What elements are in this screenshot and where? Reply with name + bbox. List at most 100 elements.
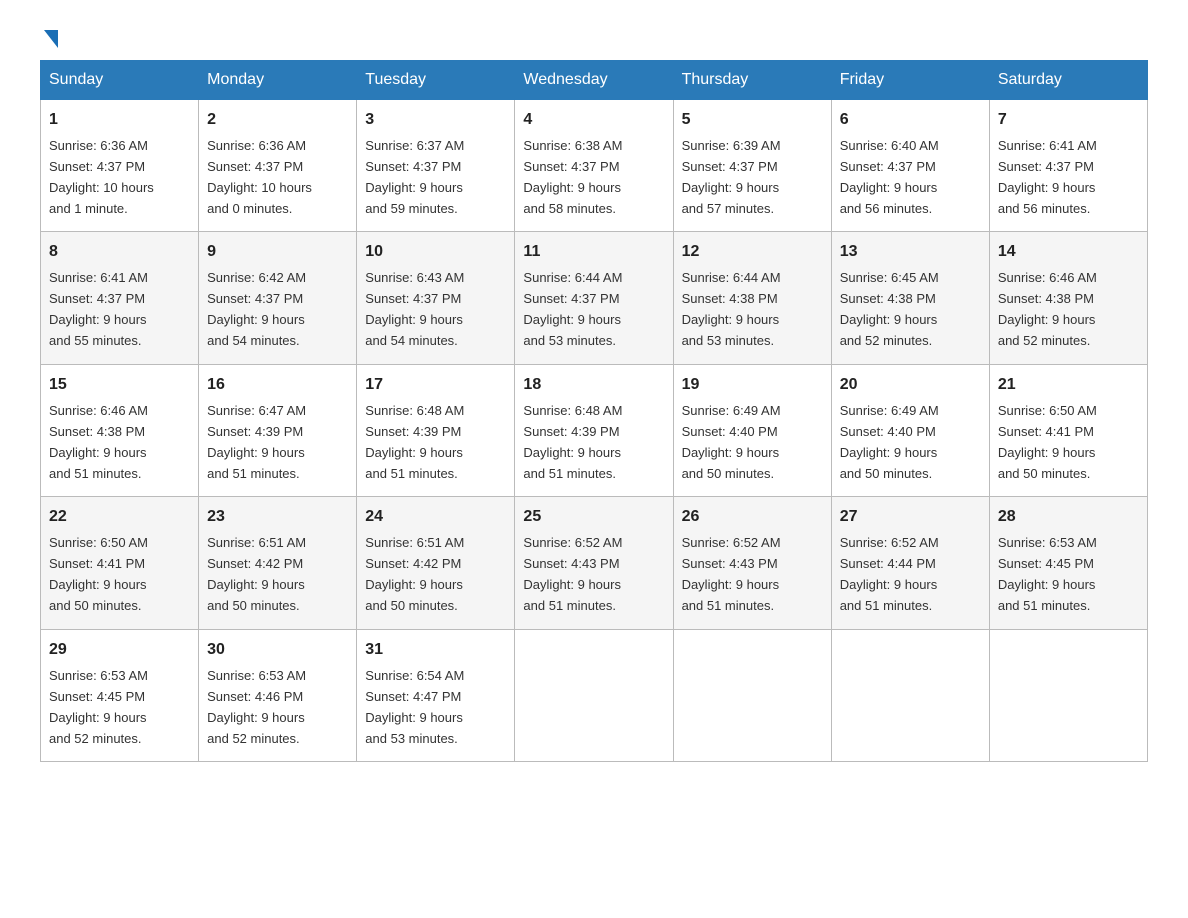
calendar-day-cell: 7 Sunrise: 6:41 AMSunset: 4:37 PMDayligh… <box>989 100 1147 232</box>
calendar-day-cell: 5 Sunrise: 6:39 AMSunset: 4:37 PMDayligh… <box>673 100 831 232</box>
day-info: Sunrise: 6:36 AMSunset: 4:37 PMDaylight:… <box>49 138 154 216</box>
day-number: 15 <box>49 373 190 398</box>
day-info: Sunrise: 6:54 AMSunset: 4:47 PMDaylight:… <box>365 668 464 746</box>
day-info: Sunrise: 6:50 AMSunset: 4:41 PMDaylight:… <box>998 403 1097 481</box>
weekday-header-saturday: Saturday <box>989 61 1147 100</box>
day-number: 6 <box>840 108 981 133</box>
day-info: Sunrise: 6:48 AMSunset: 4:39 PMDaylight:… <box>365 403 464 481</box>
calendar-day-cell: 13 Sunrise: 6:45 AMSunset: 4:38 PMDaylig… <box>831 232 989 364</box>
calendar-day-cell: 8 Sunrise: 6:41 AMSunset: 4:37 PMDayligh… <box>41 232 199 364</box>
calendar-header: SundayMondayTuesdayWednesdayThursdayFrid… <box>41 61 1148 100</box>
calendar-day-cell: 27 Sunrise: 6:52 AMSunset: 4:44 PMDaylig… <box>831 497 989 629</box>
calendar-week-row: 29 Sunrise: 6:53 AMSunset: 4:45 PMDaylig… <box>41 629 1148 761</box>
calendar-week-row: 22 Sunrise: 6:50 AMSunset: 4:41 PMDaylig… <box>41 497 1148 629</box>
calendar-day-cell <box>831 629 989 761</box>
day-number: 23 <box>207 505 348 530</box>
day-info: Sunrise: 6:51 AMSunset: 4:42 PMDaylight:… <box>207 535 306 613</box>
day-info: Sunrise: 6:52 AMSunset: 4:44 PMDaylight:… <box>840 535 939 613</box>
day-number: 14 <box>998 240 1139 265</box>
calendar-week-row: 1 Sunrise: 6:36 AMSunset: 4:37 PMDayligh… <box>41 100 1148 232</box>
day-info: Sunrise: 6:46 AMSunset: 4:38 PMDaylight:… <box>49 403 148 481</box>
day-info: Sunrise: 6:40 AMSunset: 4:37 PMDaylight:… <box>840 138 939 216</box>
day-number: 5 <box>682 108 823 133</box>
day-number: 31 <box>365 638 506 663</box>
day-info: Sunrise: 6:43 AMSunset: 4:37 PMDaylight:… <box>365 270 464 348</box>
day-info: Sunrise: 6:45 AMSunset: 4:38 PMDaylight:… <box>840 270 939 348</box>
day-number: 7 <box>998 108 1139 133</box>
calendar-day-cell <box>515 629 673 761</box>
day-info: Sunrise: 6:53 AMSunset: 4:45 PMDaylight:… <box>998 535 1097 613</box>
day-info: Sunrise: 6:48 AMSunset: 4:39 PMDaylight:… <box>523 403 622 481</box>
calendar-day-cell: 9 Sunrise: 6:42 AMSunset: 4:37 PMDayligh… <box>199 232 357 364</box>
weekday-header-monday: Monday <box>199 61 357 100</box>
day-number: 24 <box>365 505 506 530</box>
day-number: 29 <box>49 638 190 663</box>
calendar-day-cell: 23 Sunrise: 6:51 AMSunset: 4:42 PMDaylig… <box>199 497 357 629</box>
day-info: Sunrise: 6:36 AMSunset: 4:37 PMDaylight:… <box>207 138 312 216</box>
calendar-day-cell <box>673 629 831 761</box>
calendar-day-cell: 6 Sunrise: 6:40 AMSunset: 4:37 PMDayligh… <box>831 100 989 232</box>
day-number: 9 <box>207 240 348 265</box>
day-info: Sunrise: 6:44 AMSunset: 4:37 PMDaylight:… <box>523 270 622 348</box>
calendar-day-cell: 25 Sunrise: 6:52 AMSunset: 4:43 PMDaylig… <box>515 497 673 629</box>
calendar-day-cell: 22 Sunrise: 6:50 AMSunset: 4:41 PMDaylig… <box>41 497 199 629</box>
day-number: 30 <box>207 638 348 663</box>
day-info: Sunrise: 6:49 AMSunset: 4:40 PMDaylight:… <box>682 403 781 481</box>
day-info: Sunrise: 6:38 AMSunset: 4:37 PMDaylight:… <box>523 138 622 216</box>
calendar-day-cell: 17 Sunrise: 6:48 AMSunset: 4:39 PMDaylig… <box>357 364 515 496</box>
calendar-day-cell: 26 Sunrise: 6:52 AMSunset: 4:43 PMDaylig… <box>673 497 831 629</box>
calendar-day-cell: 18 Sunrise: 6:48 AMSunset: 4:39 PMDaylig… <box>515 364 673 496</box>
day-number: 11 <box>523 240 664 265</box>
weekday-header-wednesday: Wednesday <box>515 61 673 100</box>
day-info: Sunrise: 6:53 AMSunset: 4:45 PMDaylight:… <box>49 668 148 746</box>
calendar-day-cell: 19 Sunrise: 6:49 AMSunset: 4:40 PMDaylig… <box>673 364 831 496</box>
day-number: 17 <box>365 373 506 398</box>
day-info: Sunrise: 6:44 AMSunset: 4:38 PMDaylight:… <box>682 270 781 348</box>
day-number: 19 <box>682 373 823 398</box>
day-number: 26 <box>682 505 823 530</box>
calendar-day-cell <box>989 629 1147 761</box>
calendar-day-cell: 30 Sunrise: 6:53 AMSunset: 4:46 PMDaylig… <box>199 629 357 761</box>
day-number: 2 <box>207 108 348 133</box>
weekday-header-row: SundayMondayTuesdayWednesdayThursdayFrid… <box>41 61 1148 100</box>
calendar-week-row: 15 Sunrise: 6:46 AMSunset: 4:38 PMDaylig… <box>41 364 1148 496</box>
day-number: 28 <box>998 505 1139 530</box>
calendar-day-cell: 4 Sunrise: 6:38 AMSunset: 4:37 PMDayligh… <box>515 100 673 232</box>
day-info: Sunrise: 6:39 AMSunset: 4:37 PMDaylight:… <box>682 138 781 216</box>
logo-arrow-icon <box>44 30 58 48</box>
calendar-day-cell: 24 Sunrise: 6:51 AMSunset: 4:42 PMDaylig… <box>357 497 515 629</box>
day-info: Sunrise: 6:52 AMSunset: 4:43 PMDaylight:… <box>682 535 781 613</box>
day-info: Sunrise: 6:52 AMSunset: 4:43 PMDaylight:… <box>523 535 622 613</box>
day-info: Sunrise: 6:46 AMSunset: 4:38 PMDaylight:… <box>998 270 1097 348</box>
day-number: 18 <box>523 373 664 398</box>
day-info: Sunrise: 6:47 AMSunset: 4:39 PMDaylight:… <box>207 403 306 481</box>
day-number: 4 <box>523 108 664 133</box>
weekday-header-thursday: Thursday <box>673 61 831 100</box>
day-number: 3 <box>365 108 506 133</box>
calendar-day-cell: 11 Sunrise: 6:44 AMSunset: 4:37 PMDaylig… <box>515 232 673 364</box>
calendar-table: SundayMondayTuesdayWednesdayThursdayFrid… <box>40 60 1148 762</box>
day-info: Sunrise: 6:41 AMSunset: 4:37 PMDaylight:… <box>49 270 148 348</box>
calendar-day-cell: 28 Sunrise: 6:53 AMSunset: 4:45 PMDaylig… <box>989 497 1147 629</box>
calendar-body: 1 Sunrise: 6:36 AMSunset: 4:37 PMDayligh… <box>41 100 1148 762</box>
day-number: 20 <box>840 373 981 398</box>
day-number: 21 <box>998 373 1139 398</box>
calendar-day-cell: 10 Sunrise: 6:43 AMSunset: 4:37 PMDaylig… <box>357 232 515 364</box>
day-number: 12 <box>682 240 823 265</box>
weekday-header-tuesday: Tuesday <box>357 61 515 100</box>
calendar-day-cell: 15 Sunrise: 6:46 AMSunset: 4:38 PMDaylig… <box>41 364 199 496</box>
weekday-header-friday: Friday <box>831 61 989 100</box>
calendar-day-cell: 29 Sunrise: 6:53 AMSunset: 4:45 PMDaylig… <box>41 629 199 761</box>
weekday-header-sunday: Sunday <box>41 61 199 100</box>
logo-general-text <box>40 30 58 46</box>
day-number: 13 <box>840 240 981 265</box>
page-header <box>40 30 1148 40</box>
day-number: 27 <box>840 505 981 530</box>
logo <box>40 30 58 40</box>
day-number: 25 <box>523 505 664 530</box>
day-number: 1 <box>49 108 190 133</box>
day-info: Sunrise: 6:41 AMSunset: 4:37 PMDaylight:… <box>998 138 1097 216</box>
calendar-day-cell: 1 Sunrise: 6:36 AMSunset: 4:37 PMDayligh… <box>41 100 199 232</box>
day-info: Sunrise: 6:37 AMSunset: 4:37 PMDaylight:… <box>365 138 464 216</box>
calendar-day-cell: 3 Sunrise: 6:37 AMSunset: 4:37 PMDayligh… <box>357 100 515 232</box>
